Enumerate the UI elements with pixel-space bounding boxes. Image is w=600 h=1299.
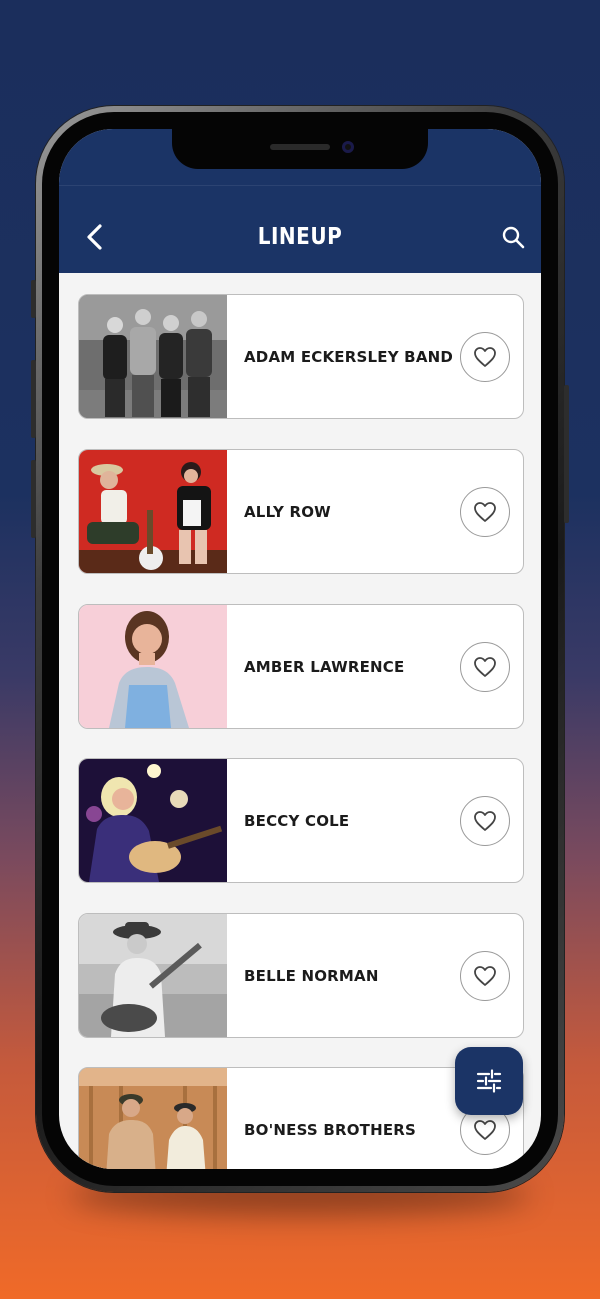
artist-name: ADAM ECKERSLEY BAND [244, 347, 454, 366]
heart-icon [474, 502, 496, 522]
mute-switch [31, 280, 36, 318]
artist-card[interactable]: ALLY ROW [78, 449, 524, 574]
favorite-button[interactable] [460, 642, 510, 692]
volume-down-button [31, 460, 36, 538]
artist-photo [79, 450, 227, 573]
artist-photo [79, 914, 227, 1037]
heart-icon [474, 347, 496, 367]
artist-photo [79, 295, 227, 418]
favorite-button[interactable] [460, 332, 510, 382]
status-bar-divider [59, 185, 541, 186]
artist-card[interactable]: AMBER LAWRENCE [78, 604, 524, 729]
artist-name: BELLE NORMAN [244, 966, 379, 985]
artist-name: BO'NESS BROTHERS [244, 1120, 417, 1139]
heart-icon [474, 966, 496, 986]
power-button [564, 385, 569, 523]
artist-photo [79, 605, 227, 728]
artist-name: BECCY COLE [244, 811, 350, 830]
artist-name: ALLY ROW [244, 502, 331, 521]
filter-button[interactable] [455, 1047, 523, 1115]
artist-photo [79, 759, 227, 882]
notch [172, 129, 428, 169]
search-button[interactable] [499, 223, 527, 251]
sliders-icon [476, 1069, 502, 1093]
app-screen: LINEUP ADAM ECKERSLEY BAND ALLY ROW AMBE… [59, 129, 541, 1169]
artist-name: AMBER LAWRENCE [244, 657, 405, 676]
search-icon [502, 226, 525, 249]
app-header: LINEUP [59, 129, 541, 273]
page-title: LINEUP [257, 222, 343, 250]
favorite-button[interactable] [460, 487, 510, 537]
heart-icon [474, 657, 496, 677]
artist-card[interactable]: BECCY COLE [78, 758, 524, 883]
front-camera [342, 141, 354, 153]
artist-card[interactable]: BELLE NORMAN [78, 913, 524, 1038]
volume-up-button [31, 360, 36, 438]
heart-icon [474, 811, 496, 831]
speaker-grille [270, 144, 330, 150]
favorite-button[interactable] [460, 951, 510, 1001]
favorite-button[interactable] [460, 796, 510, 846]
artist-photo [79, 1068, 227, 1169]
artist-card[interactable]: ADAM ECKERSLEY BAND [78, 294, 524, 419]
heart-icon [474, 1120, 496, 1140]
